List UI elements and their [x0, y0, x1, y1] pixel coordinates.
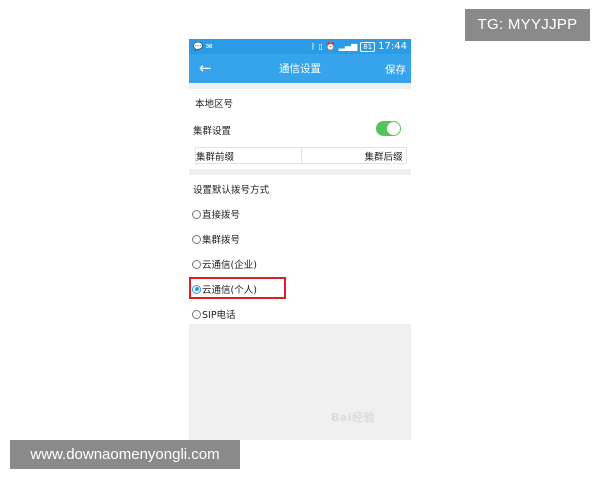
- dial-mode-heading: 设置默认拨号方式: [193, 185, 270, 196]
- radio-label: 直接拨号: [202, 210, 241, 221]
- radio-option-cloud-enterprise[interactable]: 云通信(企业): [192, 257, 257, 271]
- alarm-icon: ⏰: [325, 41, 336, 51]
- section-divider: [189, 83, 411, 89]
- radio-label: SIP电话: [202, 310, 236, 321]
- status-bar: 💬 ✉ ᛒ ▯ ⏰ ▂▄▆ 81 17:44: [189, 39, 411, 54]
- radio-button[interactable]: [192, 259, 201, 269]
- radio-button[interactable]: [192, 209, 201, 219]
- area-code-label[interactable]: 本地区号: [195, 96, 233, 110]
- cluster-settings-label: 集群设置: [193, 126, 232, 137]
- app-bar: ← 通信设置 保存: [189, 54, 411, 83]
- notification-icon: ✉: [205, 41, 213, 51]
- radio-label: 云通信(企业): [202, 260, 257, 271]
- cluster-affix-row: 集群前缀 集群后缀: [195, 147, 407, 164]
- radio-option-direct[interactable]: 直接拨号: [192, 207, 240, 221]
- highlight-box: [189, 277, 286, 299]
- radio-option-sip[interactable]: SIP电话: [192, 307, 236, 321]
- phone-screen: 💬 ✉ ᛒ ▯ ⏰ ▂▄▆ 81 17:44 ← 通信设置 保存 本地区号 集群…: [189, 39, 411, 440]
- section-divider: [189, 169, 411, 175]
- tg-watermark-badge: TG: MYYJJPP: [465, 9, 590, 41]
- baidu-watermark: Bai经验: [331, 411, 376, 424]
- vibrate-icon: ▯: [318, 41, 323, 51]
- radio-label: 集群拨号: [202, 235, 241, 246]
- save-button[interactable]: 保存: [385, 62, 406, 77]
- radio-button[interactable]: [192, 309, 201, 319]
- bluetooth-icon: ᛒ: [310, 41, 316, 51]
- cluster-prefix-field[interactable]: 集群前缀: [196, 148, 301, 163]
- battery-indicator: 81: [360, 41, 376, 52]
- url-watermark-badge: www.downaomenyongli.com: [10, 440, 240, 469]
- cluster-toggle[interactable]: [376, 121, 401, 136]
- cluster-suffix-label: 集群后缀: [364, 151, 403, 163]
- signal-icon: ▂▄▆: [338, 41, 358, 51]
- back-arrow-icon[interactable]: ←: [199, 58, 212, 78]
- status-clock: 17:44: [378, 41, 407, 52]
- cluster-prefix-label: 集群前缀: [196, 151, 235, 163]
- chat-bubble-icon: 💬: [193, 41, 203, 51]
- radio-button[interactable]: [192, 234, 201, 244]
- radio-option-cluster[interactable]: 集群拨号: [192, 232, 240, 246]
- page-title: 通信设置: [279, 63, 321, 75]
- cluster-suffix-field[interactable]: 集群后缀: [300, 148, 407, 163]
- empty-area: Bai经验: [189, 324, 411, 440]
- toggle-knob: [387, 122, 400, 135]
